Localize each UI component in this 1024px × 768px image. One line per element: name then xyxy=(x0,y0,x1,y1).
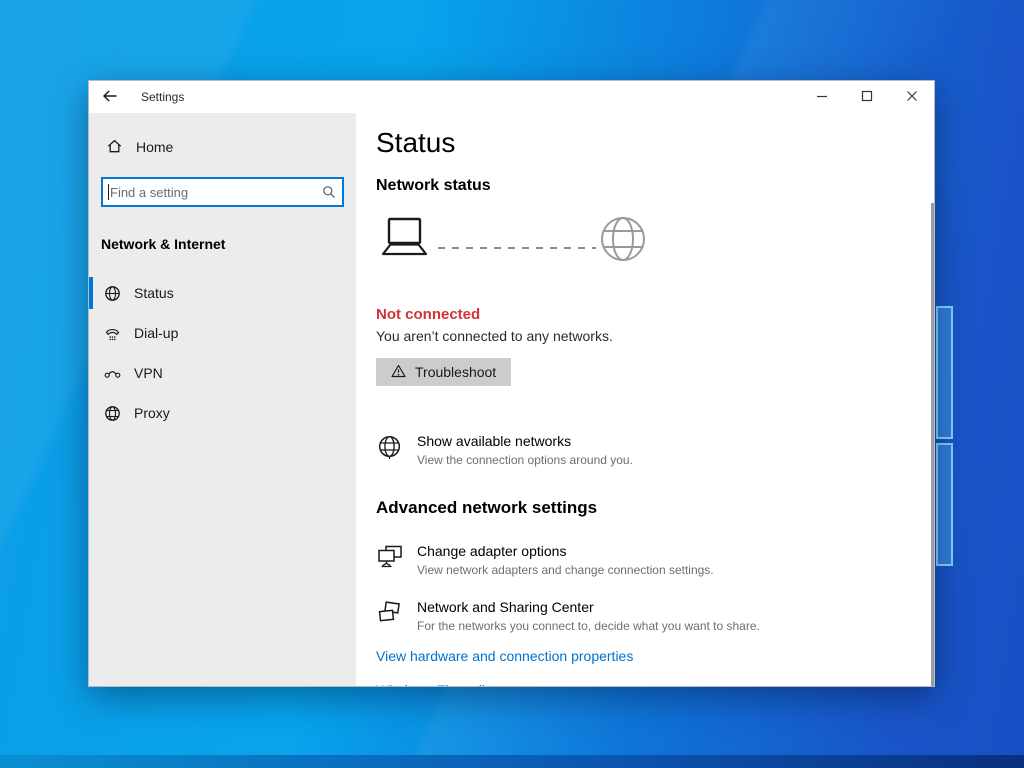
close-icon xyxy=(906,90,918,105)
globe-network-icon xyxy=(104,285,121,302)
back-button[interactable] xyxy=(93,81,127,113)
troubleshoot-button[interactable]: Troubleshoot xyxy=(376,358,511,386)
internet-globe-icon xyxy=(600,216,646,267)
show-available-networks-subtitle: View the connection options around you. xyxy=(417,453,633,468)
text-caret xyxy=(108,184,109,200)
scrollbar[interactable] xyxy=(931,203,934,686)
sidebar-vpn-label: VPN xyxy=(134,365,163,381)
vpn-icon xyxy=(104,365,121,382)
sidebar-nav: Status Dial-up xyxy=(89,273,356,433)
sidebar-item-vpn[interactable]: VPN xyxy=(89,353,356,393)
network-sharing-center-row[interactable]: Network and Sharing Center For the netwo… xyxy=(376,599,904,634)
sidebar-proxy-label: Proxy xyxy=(134,405,170,421)
show-available-networks-title: Show available networks xyxy=(417,433,633,450)
connection-illustration xyxy=(376,217,904,265)
laptop-icon xyxy=(376,215,432,268)
troubleshoot-label: Troubleshoot xyxy=(415,364,496,380)
windows-firewall-link[interactable]: Windows Firewall xyxy=(376,682,904,686)
sidebar: Home Network & Internet xyxy=(89,113,356,686)
maximize-icon xyxy=(861,90,873,105)
titlebar: Settings xyxy=(89,81,934,113)
back-arrow-icon xyxy=(102,89,118,106)
settings-window: Settings xyxy=(88,80,935,687)
show-available-networks-row[interactable]: Show available networks View the connect… xyxy=(376,433,904,468)
page-title: Status xyxy=(376,126,904,160)
view-hardware-properties-link[interactable]: View hardware and connection properties xyxy=(376,648,904,665)
close-button[interactable] xyxy=(889,81,934,113)
wallpaper-bottom-strip xyxy=(0,755,1024,768)
main-content: Status Network status xyxy=(356,113,934,686)
wallpaper-glow-rect-bottom xyxy=(936,443,953,566)
sidebar-item-dialup[interactable]: Dial-up xyxy=(89,313,356,353)
minimize-button[interactable] xyxy=(799,81,844,113)
adapter-icon xyxy=(376,543,403,569)
search-icon xyxy=(322,185,336,204)
change-adapter-options-row[interactable]: Change adapter options View network adap… xyxy=(376,543,904,578)
sidebar-status-label: Status xyxy=(134,285,174,301)
network-sharing-center-subtitle: For the networks you connect to, decide … xyxy=(417,619,760,634)
change-adapter-options-text: Change adapter options View network adap… xyxy=(417,543,714,578)
minimize-icon xyxy=(816,90,828,105)
globe-icon xyxy=(104,405,121,422)
sharing-icon xyxy=(376,599,403,625)
desktop-wallpaper: Settings xyxy=(0,0,1024,768)
dashed-connector xyxy=(438,243,596,253)
available-networks-globe-icon xyxy=(376,433,403,460)
phone-icon xyxy=(104,325,121,342)
window-controls xyxy=(799,81,934,113)
maximize-button[interactable] xyxy=(844,81,889,113)
search-input[interactable] xyxy=(101,177,344,207)
change-adapter-options-title: Change adapter options xyxy=(417,543,714,560)
wallpaper-glow-rect-top xyxy=(936,306,953,439)
home-icon xyxy=(106,138,123,157)
advanced-settings-heading: Advanced network settings xyxy=(376,497,904,518)
network-sharing-center-text: Network and Sharing Center For the netwo… xyxy=(417,599,760,634)
status-badge: Not connected xyxy=(376,306,904,324)
sidebar-section-label: Network & Internet xyxy=(101,236,356,252)
sidebar-dialup-label: Dial-up xyxy=(134,325,178,341)
sidebar-item-home[interactable]: Home xyxy=(89,129,356,165)
change-adapter-options-subtitle: View network adapters and change connect… xyxy=(417,563,714,578)
warning-icon xyxy=(391,364,406,381)
sidebar-item-proxy[interactable]: Proxy xyxy=(89,393,356,433)
sidebar-item-status[interactable]: Status xyxy=(89,273,356,313)
network-status-heading: Network status xyxy=(376,176,904,195)
status-detail: You aren’t connected to any networks. xyxy=(376,328,904,345)
network-sharing-center-title: Network and Sharing Center xyxy=(417,599,760,616)
search-box xyxy=(101,177,344,207)
app-title: Settings xyxy=(141,90,184,104)
show-available-networks-text: Show available networks View the connect… xyxy=(417,433,633,468)
sidebar-home-label: Home xyxy=(136,139,173,155)
